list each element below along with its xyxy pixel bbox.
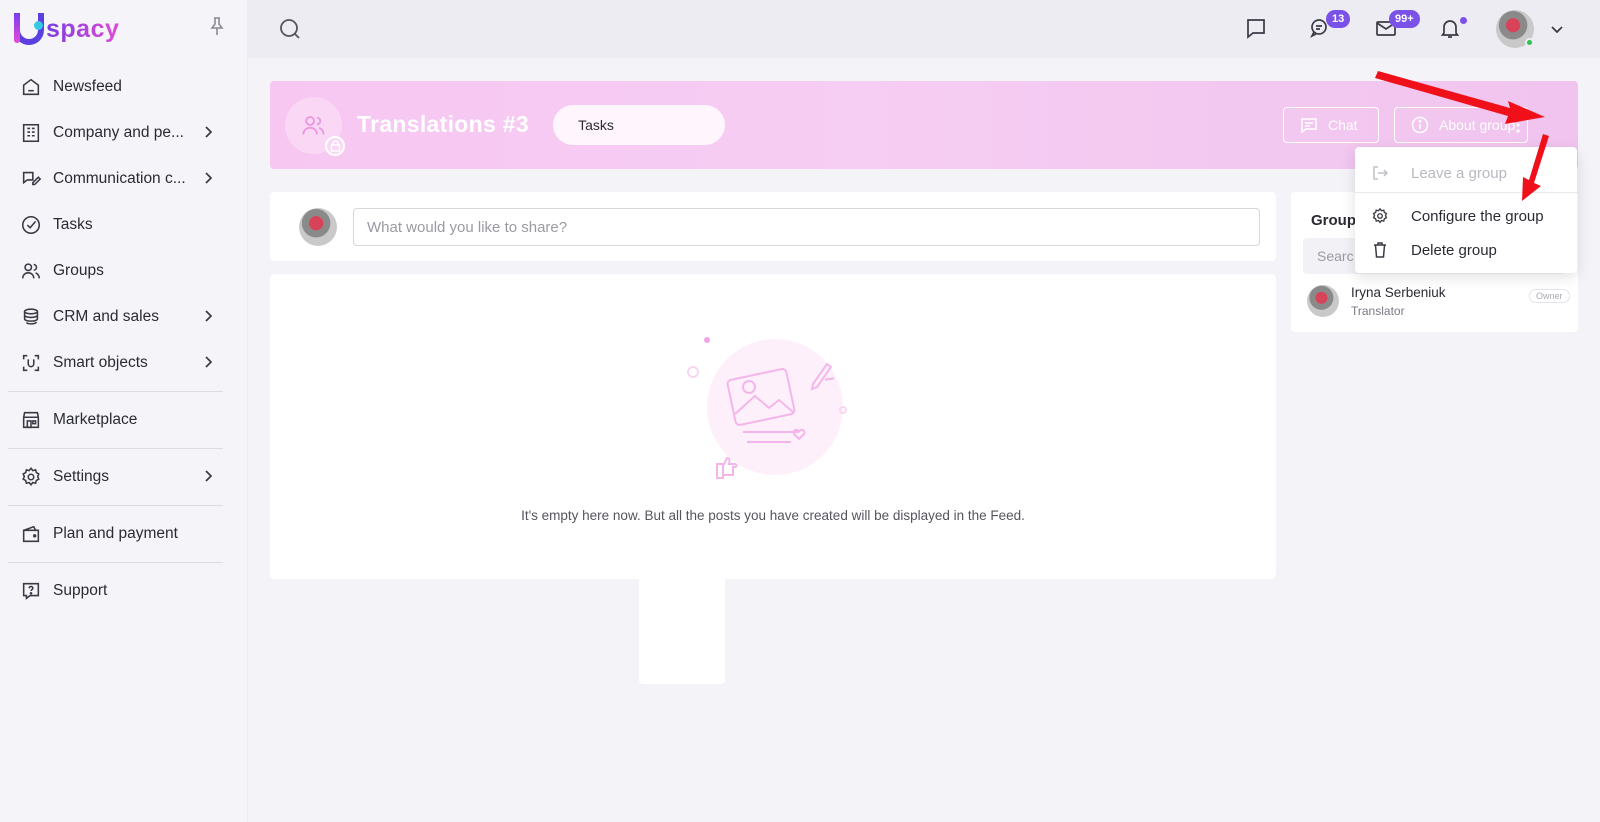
avatar [1307, 285, 1339, 317]
logo[interactable]: spacy [14, 12, 119, 46]
bell-icon[interactable] [1438, 16, 1462, 40]
members-panel-title: Group [1311, 212, 1356, 229]
more-icon[interactable] [1514, 115, 1522, 135]
divider [8, 505, 223, 506]
info-icon [1411, 116, 1429, 134]
chevron-right-icon [205, 310, 213, 322]
store-icon [22, 411, 40, 429]
list-item[interactable]: Iryna Serbeniuk Translator Owner [1307, 285, 1570, 319]
logout-icon [1373, 166, 1389, 180]
sidebar-nav: Newsfeed Company and pe... Communication… [8, 64, 223, 614]
divider [8, 391, 223, 392]
menu-item-delete-group[interactable]: Delete group [1355, 233, 1577, 267]
gear-icon [1372, 207, 1388, 224]
chevron-right-icon [205, 470, 213, 482]
menu-item-configure-group[interactable]: Configure the group [1355, 199, 1577, 233]
chevron-right-icon [205, 126, 213, 138]
sidebar-item-plan[interactable]: Plan and payment [8, 511, 223, 557]
sidebar-item-label: Settings [53, 468, 110, 485]
sidebar-item-label: Support [53, 582, 108, 599]
coins-icon [23, 308, 39, 325]
sidebar-item-label: Tasks [53, 216, 93, 233]
empty-feed-text: It's empty here now. But all the posts y… [521, 508, 1025, 523]
chat-button[interactable]: Chat [1283, 107, 1379, 143]
owner-badge: Owner [1529, 289, 1570, 303]
sidebar-item-support[interactable]: Support [8, 568, 223, 614]
online-status-dot [1525, 38, 1534, 47]
sidebar-item-label: Company and pe... [53, 124, 184, 141]
chevron-right-icon [205, 172, 213, 184]
users-icon [302, 116, 325, 135]
sidebar-item-newsfeed[interactable]: Newsfeed [8, 64, 223, 110]
sidebar-item-tasks[interactable]: Tasks [8, 202, 223, 248]
menu-item-leave-group[interactable]: Leave a group [1355, 156, 1577, 190]
about-group-label: About group [1439, 117, 1516, 133]
chevron-down-icon[interactable] [1550, 22, 1564, 36]
feed-panel: It's empty here now. But all the posts y… [270, 274, 1276, 579]
message-icon[interactable] [1244, 16, 1268, 40]
sidebar-item-label: Newsfeed [53, 78, 122, 95]
logo-text: spacy [46, 14, 120, 43]
pin-icon[interactable] [208, 16, 226, 36]
top-bar: 13 99+ [248, 0, 1600, 58]
search-icon[interactable] [278, 17, 302, 41]
chat-edit-icon [22, 171, 42, 186]
divider [8, 448, 223, 449]
menu-item-label: Leave a group [1411, 164, 1507, 182]
divider [1355, 192, 1577, 193]
sidebar-item-label: Marketplace [53, 411, 138, 428]
sidebar-item-marketplace[interactable]: Marketplace [8, 397, 223, 443]
sidebar-item-label: CRM and sales [53, 308, 159, 325]
smart-object-icon [22, 354, 40, 372]
tab-tasks[interactable]: Tasks [553, 105, 639, 145]
sidebar-item-label: Groups [53, 262, 104, 279]
sidebar-item-crm[interactable]: CRM and sales [8, 294, 223, 340]
share-card [270, 192, 1276, 261]
sidebar-item-label: Smart objects [53, 354, 148, 371]
sidebar-item-groups[interactable]: Groups [8, 248, 223, 294]
sidebar-item-label: Communication c... [53, 170, 186, 187]
sidebar: spacy Newsfeed Company and pe... Communi… [0, 0, 248, 822]
sidebar-item-smart-objects[interactable]: Smart objects [8, 340, 223, 386]
divider [8, 562, 223, 563]
member-role: Translator [1351, 304, 1405, 318]
chat-button-label: Chat [1328, 117, 1358, 133]
wallet-icon [22, 525, 40, 543]
help-icon [22, 582, 40, 600]
sidebar-item-company[interactable]: Company and pe... [8, 110, 223, 156]
group-actions-menu: Leave a group Configure the group Delete… [1355, 147, 1577, 273]
building-icon [22, 123, 40, 143]
logo-mark [14, 13, 44, 45]
menu-item-label: Delete group [1411, 241, 1497, 259]
group-title: Translations #3 [357, 111, 529, 137]
home-icon [22, 78, 40, 96]
chevron-right-icon [205, 356, 213, 368]
about-group-button[interactable]: About group [1394, 107, 1528, 143]
gear-icon [22, 467, 40, 487]
chats-badge: 13 [1326, 10, 1351, 28]
notification-dot [1460, 17, 1467, 24]
menu-item-label: Configure the group [1411, 207, 1544, 225]
users-icon [21, 263, 41, 279]
check-circle-icon [21, 215, 41, 235]
member-name: Iryna Serbeniuk [1351, 285, 1446, 300]
share-input[interactable] [353, 208, 1260, 246]
avatar [299, 208, 337, 246]
lock-icon [325, 136, 345, 156]
trash-icon [1374, 242, 1386, 258]
empty-feed-illustration [687, 337, 847, 479]
message-icon [1301, 118, 1317, 134]
group-tabs: Tasks Feed [553, 105, 725, 684]
mail-badge: 99+ [1389, 10, 1420, 28]
sidebar-item-settings[interactable]: Settings [8, 454, 223, 500]
sidebar-item-communication[interactable]: Communication c... [8, 156, 223, 202]
sidebar-item-label: Plan and payment [53, 525, 178, 542]
